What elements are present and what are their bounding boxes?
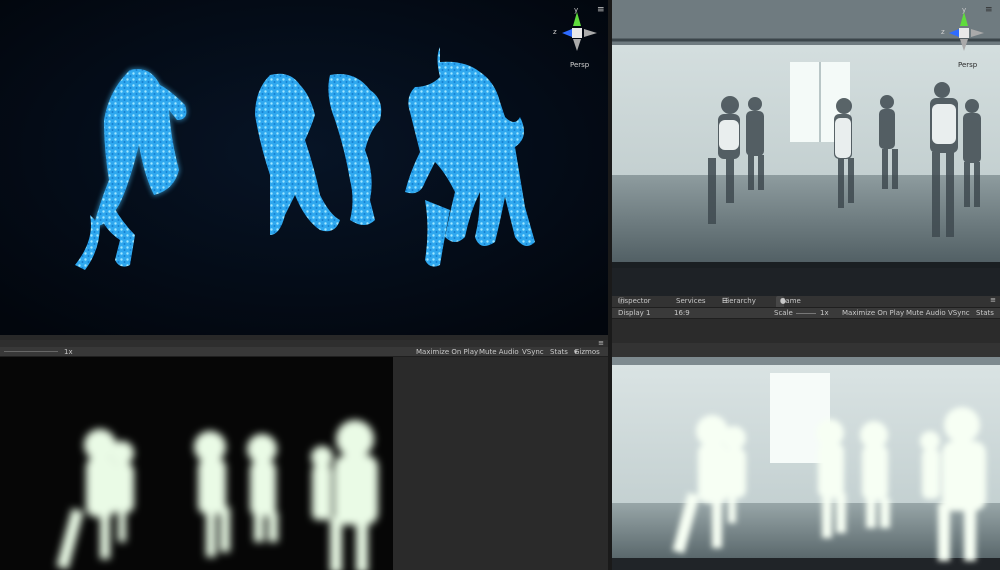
- camera-gizmo-y-label: y: [962, 6, 967, 14]
- vsync-toggle-left[interactable]: VSync: [522, 347, 544, 357]
- gizmo-y-label: y: [574, 6, 579, 14]
- silhouette-view[interactable]: [0, 357, 393, 570]
- scale-label: Scale: [774, 309, 793, 317]
- camera-persp-label[interactable]: Persp: [958, 61, 977, 69]
- glow-silhouettes: [56, 420, 378, 570]
- scene-orientation-gizmo[interactable]: [552, 6, 602, 66]
- scale-slider-left[interactable]: [4, 351, 58, 352]
- tab-strip: ⓘ Inspector Services ☰ Hierarchy ● Game …: [612, 296, 1000, 308]
- maximize-on-play-toggle[interactable]: Maximize On Play: [842, 308, 904, 319]
- pane-menu-icon[interactable]: ≡: [597, 5, 605, 15]
- game-view-render: [612, 343, 1000, 570]
- display-select[interactable]: Display 1: [618, 308, 650, 319]
- camera-gizmo-z-label: z: [941, 28, 945, 36]
- persp-label[interactable]: Persp: [570, 61, 589, 69]
- tab-services[interactable]: Services: [672, 296, 706, 307]
- stats-toggle-left[interactable]: Stats: [550, 347, 568, 357]
- pane-menu-icon-bottom[interactable]: ≡: [598, 339, 604, 347]
- scale-slider[interactable]: [796, 313, 816, 314]
- mute-audio-toggle-left[interactable]: Mute Audio: [479, 347, 519, 357]
- tab-inspector[interactable]: ⓘ Inspector: [614, 296, 651, 307]
- gizmo-z-label: z: [553, 28, 557, 36]
- game-toolbar: Display 1 16:9 Scale 1x Maximize On Play…: [612, 308, 1000, 319]
- game-toolbar-left: 1x Maximize On Play Mute Audio VSync Sta…: [0, 347, 608, 357]
- scene-view-camera[interactable]: y z Persp ≡: [612, 0, 1000, 268]
- maximize-on-play-toggle-left[interactable]: Maximize On Play: [416, 347, 478, 357]
- tab-inspector-label: Inspector: [618, 297, 651, 305]
- tab-game-label: Game: [780, 297, 801, 305]
- scale-value: 1x: [820, 309, 829, 317]
- camera-orientation-gizmo[interactable]: [939, 6, 989, 66]
- tab-services-label: Services: [676, 297, 706, 305]
- camera-pane-menu-icon[interactable]: ≡: [985, 5, 993, 15]
- scale-value-left: 1x: [64, 348, 73, 356]
- empty-editor-area: [393, 357, 608, 570]
- vsync-toggle[interactable]: VSync: [948, 308, 970, 319]
- tab-strip-menu-icon[interactable]: ≡: [990, 296, 996, 304]
- game-panel-empty: [612, 319, 1000, 343]
- scene-view-particles[interactable]: y z Persp ≡: [0, 0, 610, 335]
- tab-game[interactable]: ● Game: [776, 296, 801, 307]
- camera-view-bottom-band: [612, 268, 1000, 296]
- aspect-select[interactable]: 16:9: [674, 308, 690, 319]
- stats-toggle[interactable]: Stats: [976, 308, 994, 319]
- game-view[interactable]: [612, 343, 1000, 570]
- particle-figures: [0, 0, 610, 335]
- mute-audio-toggle[interactable]: Mute Audio: [906, 308, 946, 319]
- chevron-down-icon: ▾: [574, 348, 578, 356]
- tab-hierarchy[interactable]: ☰ Hierarchy: [718, 296, 756, 307]
- tab-hierarchy-label: Hierarchy: [722, 297, 756, 305]
